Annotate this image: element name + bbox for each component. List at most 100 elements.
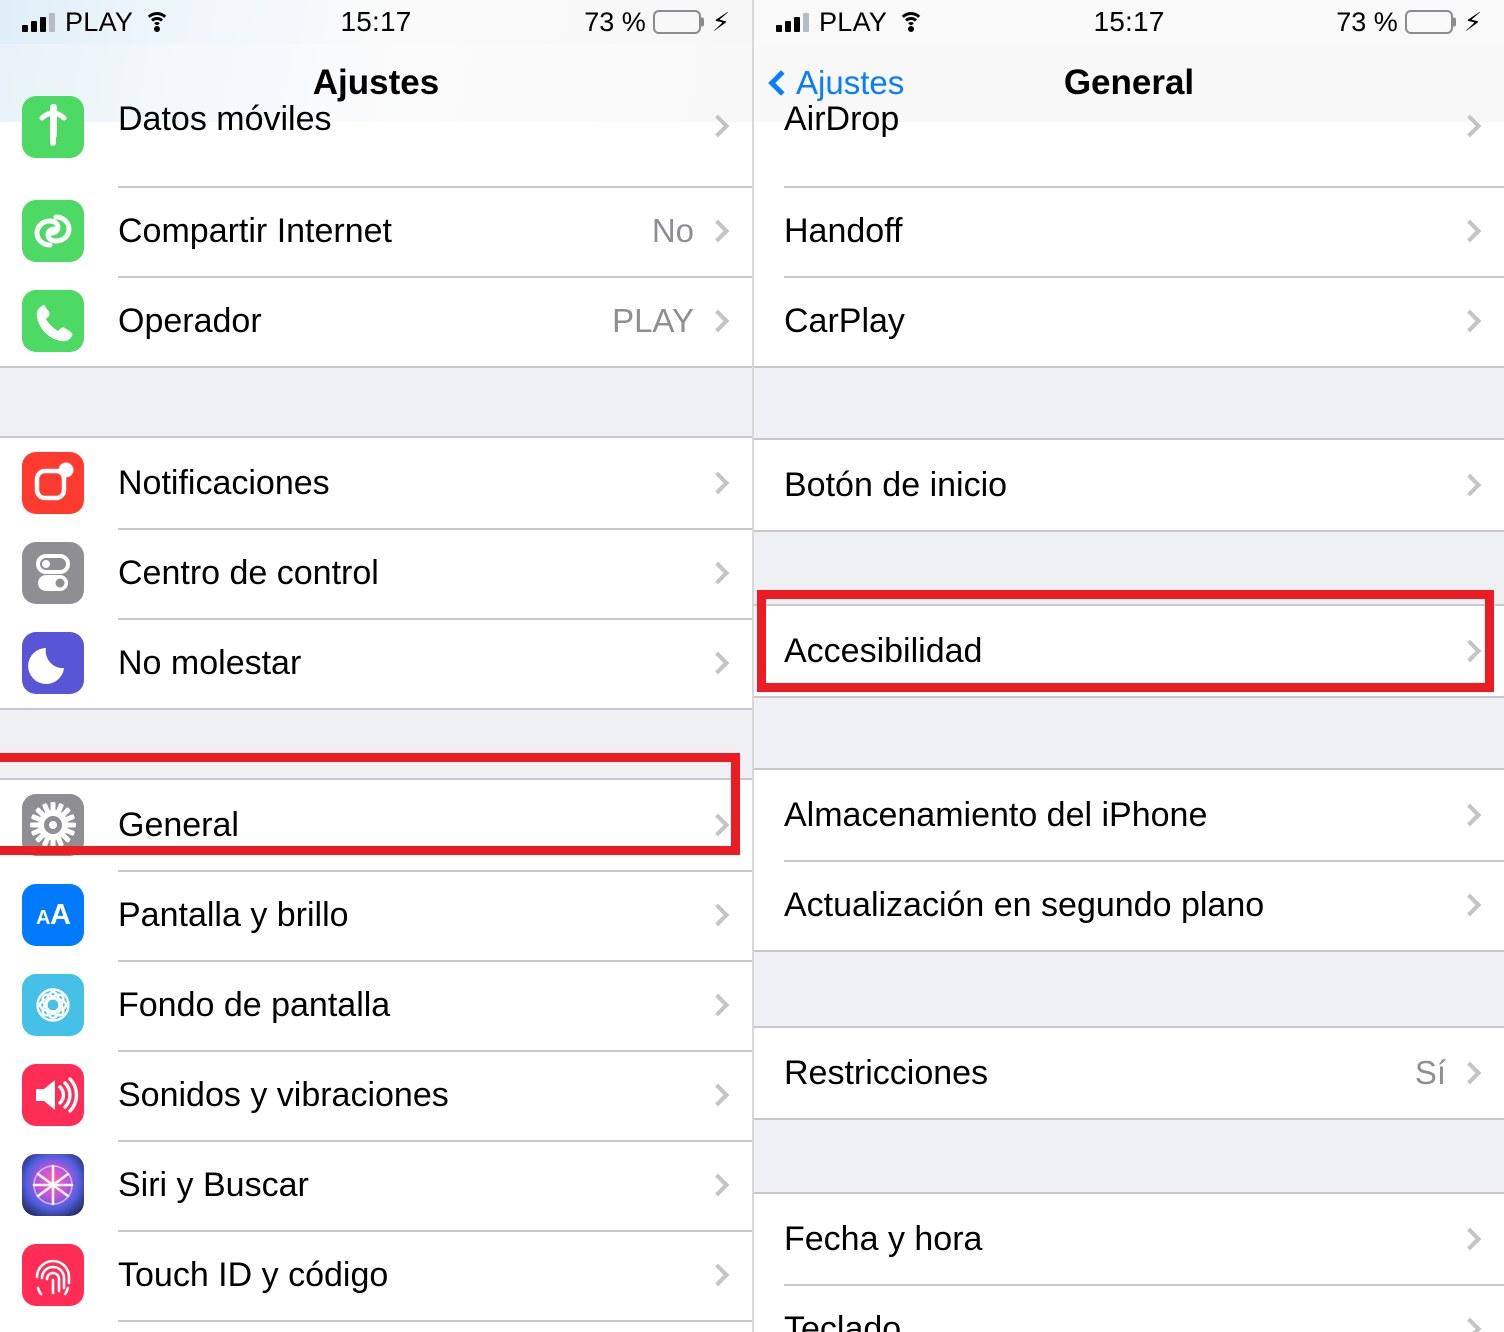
settings-row-airdrop[interactable]: AirDrop	[754, 100, 1504, 186]
row-label: Almacenamiento del iPhone	[784, 795, 1208, 834]
section-gap	[754, 531, 1504, 605]
settings-row-sonidos-y-vibraciones[interactable]: Sonidos y vibraciones	[0, 1050, 752, 1140]
row-label: Handoff	[784, 211, 903, 250]
row-label: Pantalla y brillo	[118, 895, 349, 934]
display-brightness-icon: AA	[22, 884, 84, 946]
svg-text:A: A	[50, 899, 71, 931]
settings-row-accesibilidad[interactable]: Accesibilidad	[754, 606, 1504, 696]
row-value: No	[651, 212, 694, 249]
status-bar-right-group: 73 % ⚡	[584, 7, 730, 38]
settings-row-restricciones[interactable]: Restricciones Sí	[754, 1028, 1504, 1118]
settings-row[interactable]	[0, 1320, 752, 1332]
settings-group: Almacenamiento del iPhone Actualización e…	[754, 769, 1504, 951]
chevron-right-icon	[706, 309, 730, 333]
settings-group: Notificaciones Centro de control No molest…	[0, 437, 752, 709]
chevron-right-icon	[1458, 893, 1482, 917]
chevron-right-icon	[706, 903, 730, 927]
row-label: Touch ID y código	[118, 1255, 389, 1294]
chevron-right-icon	[706, 1173, 730, 1197]
settings-row-notificaciones[interactable]: Notificaciones	[0, 438, 752, 528]
row-label: Centro de control	[118, 553, 379, 592]
chevron-right-icon	[1458, 219, 1482, 243]
chevron-right-icon	[1458, 473, 1482, 497]
chevron-right-icon	[706, 651, 730, 675]
settings-group: Accesibilidad	[754, 605, 1504, 697]
row-label: Botón de inicio	[784, 465, 1008, 504]
row-label: Accesibilidad	[784, 631, 983, 670]
settings-row-handoff[interactable]: Handoff	[754, 186, 1504, 276]
chevron-left-icon	[768, 70, 794, 96]
row-label: Actualización en segundo plano	[784, 885, 1265, 924]
left-phone-screen: PLAY 15:17 73 % ⚡ Ajustes Datos móviles C…	[0, 0, 752, 1332]
dual-screenshot: PLAY 15:17 73 % ⚡ Ajustes Datos móviles C…	[0, 0, 1504, 1332]
settings-row-touch-id-y-código[interactable]: Touch ID y código	[0, 1230, 752, 1320]
section-gap	[0, 367, 752, 437]
settings-group: Fecha y hora Teclado	[754, 1193, 1504, 1332]
row-label: Restricciones	[784, 1053, 989, 1092]
gear-icon	[22, 794, 84, 856]
row-label: Fecha y hora	[784, 1219, 983, 1258]
section-gap	[754, 1119, 1504, 1193]
back-button-label: Ajustes	[796, 64, 905, 101]
section-gap	[0, 709, 752, 779]
settings-group: Datos móviles Compartir Internet No Operado…	[0, 96, 752, 367]
chevron-right-icon	[706, 1083, 730, 1107]
settings-row-no-molestar[interactable]: No molestar	[0, 618, 752, 708]
antenna-icon	[22, 96, 84, 158]
row-label: Operador	[118, 301, 262, 340]
row-label: Fondo de pantalla	[118, 985, 391, 1024]
page-title: Ajustes	[312, 63, 440, 102]
chevron-right-icon	[706, 813, 730, 837]
speaker-icon	[22, 1064, 84, 1126]
settings-group: General A A Pantalla y brillo Fondo de panta…	[0, 779, 752, 1332]
settings-list-left[interactable]: Datos móviles Compartir Internet No Operado…	[0, 96, 752, 1332]
settings-row-general[interactable]: General	[0, 780, 752, 870]
chevron-right-icon	[1458, 309, 1482, 333]
settings-group: Botón de inicio	[754, 439, 1504, 531]
settings-row-centro-de-control[interactable]: Centro de control	[0, 528, 752, 618]
row-label: AirDrop	[784, 100, 900, 138]
row-label: Sonidos y vibraciones	[118, 1075, 449, 1114]
row-value: PLAY	[612, 302, 694, 339]
do-not-disturb-icon	[22, 632, 84, 694]
settings-row-actualización-en-segundo-plano[interactable]: Actualización en segundo plano	[754, 860, 1504, 950]
settings-list-right[interactable]: AirDrop Handoff CarPlay Botón de inicio Acce…	[754, 100, 1504, 1332]
settings-row-pantalla-y-brillo[interactable]: A A Pantalla y brillo	[0, 870, 752, 960]
settings-row-compartir-internet[interactable]: Compartir Internet No	[0, 186, 752, 276]
svg-text:A: A	[36, 907, 50, 929]
settings-row-operador[interactable]: Operador PLAY	[0, 276, 752, 366]
battery-icon	[1404, 10, 1453, 34]
hotspot-icon	[22, 200, 84, 262]
notifications-icon	[22, 452, 84, 514]
settings-row-siri-y-buscar[interactable]: Siri y Buscar	[0, 1140, 752, 1230]
row-label: Notificaciones	[118, 463, 330, 502]
chevron-right-icon	[706, 561, 730, 585]
settings-row-fondo-de-pantalla[interactable]: Fondo de pantalla	[0, 960, 752, 1050]
settings-row-fecha-y-hora[interactable]: Fecha y hora	[754, 1194, 1504, 1284]
settings-row-botón-de-inicio[interactable]: Botón de inicio	[754, 440, 1504, 530]
battery-percent-label: 73 %	[1336, 6, 1398, 37]
row-label: Siri y Buscar	[118, 1165, 309, 1204]
settings-row-datos-móviles[interactable]: Datos móviles	[0, 96, 752, 186]
battery-icon	[652, 10, 701, 34]
row-label: No molestar	[118, 643, 302, 682]
chevron-right-icon	[706, 219, 730, 243]
battery-percent-label: 73 %	[584, 6, 646, 37]
chevron-right-icon	[1458, 1317, 1482, 1332]
chevron-right-icon	[706, 1263, 730, 1287]
back-button[interactable]: Ajustes	[754, 64, 904, 102]
chevron-right-icon	[1458, 803, 1482, 827]
chevron-right-icon	[1458, 1227, 1482, 1251]
status-bar-left: PLAY 15:17 73 % ⚡	[0, 0, 752, 44]
settings-row-carplay[interactable]: CarPlay	[754, 276, 1504, 366]
settings-row-almacenamiento-del-iphone[interactable]: Almacenamiento del iPhone	[754, 770, 1504, 860]
control-center-icon	[22, 542, 84, 604]
section-gap	[754, 367, 1504, 439]
status-bar-right: PLAY 15:17 73 % ⚡	[754, 0, 1504, 44]
settings-row-teclado[interactable]: Teclado	[754, 1284, 1504, 1332]
siri-icon	[22, 1154, 84, 1216]
settings-group: Restricciones Sí	[754, 1027, 1504, 1119]
row-label: CarPlay	[784, 301, 905, 340]
status-bar-right-group: 73 % ⚡	[1336, 7, 1482, 38]
chevron-right-icon	[1458, 639, 1482, 663]
